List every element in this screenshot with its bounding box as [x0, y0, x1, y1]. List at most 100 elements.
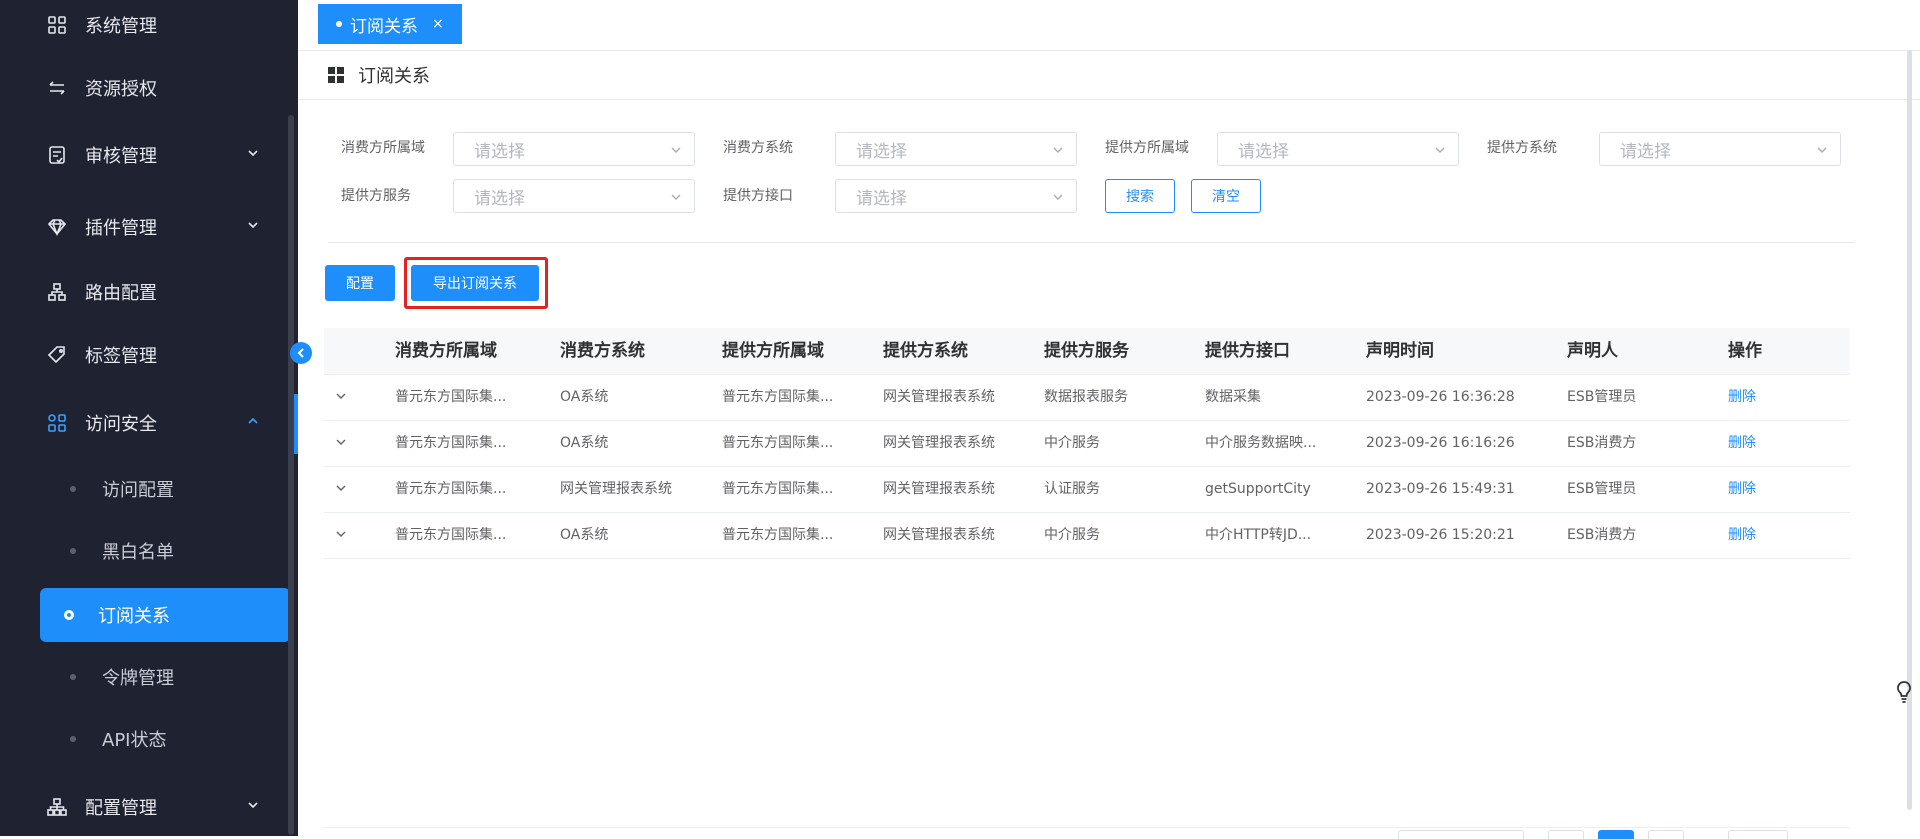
- sidebar-item-plugin-management[interactable]: 插件管理: [0, 202, 290, 252]
- select-placeholder: 请选择: [1238, 141, 1289, 162]
- chevron-down-icon[interactable]: [334, 481, 348, 495]
- table-cell: 网关管理报表系统: [883, 435, 995, 451]
- table-cell: 认证服务: [1044, 481, 1100, 497]
- page-title: 订阅关系: [358, 66, 430, 87]
- sidebar-item-label: 审核管理: [85, 146, 157, 167]
- select-placeholder: 请选择: [856, 141, 907, 162]
- sidebar-subitem-label: 黑白名单: [102, 542, 174, 563]
- chevron-down-icon[interactable]: [334, 527, 348, 541]
- sidebar-scrollbar[interactable]: [288, 115, 294, 835]
- delete-link[interactable]: 删除: [1728, 421, 1756, 466]
- lightbulb-icon[interactable]: [1894, 680, 1914, 704]
- grid-icon: [45, 13, 69, 37]
- collapse-sidebar-button[interactable]: [290, 342, 312, 364]
- clear-button[interactable]: 清空: [1191, 179, 1261, 213]
- highlight-annotation: [404, 257, 548, 309]
- table-cell: 数据采集: [1205, 389, 1261, 405]
- table-cell: ESB消费方: [1567, 435, 1637, 451]
- close-icon[interactable]: ×: [432, 16, 444, 32]
- sidebar-subitem-label: API状态: [102, 730, 167, 751]
- sidebar-subitem-subscription[interactable]: 订阅关系: [40, 588, 290, 642]
- provider-system-select[interactable]: 请选择: [1599, 132, 1841, 166]
- pagination-current-page[interactable]: [1598, 830, 1634, 839]
- pagination-next[interactable]: [1648, 830, 1684, 839]
- sidebar-item-label: 标签管理: [85, 346, 157, 367]
- chevron-down-icon[interactable]: [334, 435, 348, 449]
- table-cell: 普元东方国际集...: [395, 435, 507, 451]
- chevron-down-icon: [248, 222, 258, 229]
- sidebar: 系统管理 资源授权 审核管理 插件管理 路由配置 标签管理 访问安全 访问配置 …: [0, 0, 298, 836]
- sidebar-subitem-label: 令牌管理: [102, 668, 174, 689]
- tag-icon: [45, 343, 69, 367]
- sidebar-item-audit-management[interactable]: 审核管理: [0, 130, 290, 180]
- table-cell: 网关管理报表系统: [883, 481, 995, 497]
- bullet-dot-icon: [70, 548, 76, 554]
- tab-subscription[interactable]: 订阅关系 ×: [318, 4, 462, 44]
- consumer-domain-select[interactable]: 请选择: [453, 132, 695, 166]
- table-cell: 普元东方国际集...: [722, 481, 834, 497]
- sidebar-item-access-security[interactable]: 访问安全: [0, 398, 290, 448]
- page-size-select[interactable]: [1398, 830, 1524, 839]
- delete-link[interactable]: 删除: [1728, 375, 1756, 420]
- table-cell: 2023-09-26 16:16:26: [1366, 435, 1515, 451]
- table-cell: 数据报表服务: [1044, 389, 1128, 405]
- table-header: 消费方所属域 消费方系统 提供方所属域 提供方系统 提供方服务 提供方接口 声明…: [324, 328, 1850, 375]
- page-header: 订阅关系: [298, 51, 1920, 100]
- grid-icon: [45, 411, 69, 435]
- sidebar-subitem-black-white-list[interactable]: 黑白名单: [0, 526, 290, 576]
- sidebar-subitem-token-management[interactable]: 令牌管理: [0, 652, 290, 702]
- chevron-down-icon: [1817, 147, 1827, 153]
- consumer-system-select[interactable]: 请选择: [835, 132, 1077, 166]
- select-placeholder: 请选择: [1620, 141, 1671, 162]
- chevron-left-icon: [297, 348, 304, 358]
- table-row: 普元东方国际集... OA系统 普元东方国际集... 网关管理报表系统 数据报表…: [324, 375, 1850, 421]
- pagination-jump-input[interactable]: [1728, 830, 1788, 839]
- sidebar-item-resource-auth[interactable]: 资源授权: [0, 63, 290, 113]
- sidebar-subitem-access-config[interactable]: 访问配置: [0, 464, 290, 514]
- chevron-down-icon: [248, 802, 258, 809]
- filter-label-provider-interface: 提供方接口: [723, 188, 793, 204]
- provider-service-select[interactable]: 请选择: [453, 179, 695, 213]
- audit-icon: [45, 143, 69, 167]
- bullet-dot-icon: [70, 674, 76, 680]
- table-cell: ESB消费方: [1567, 527, 1637, 543]
- chevron-down-icon[interactable]: [334, 389, 348, 403]
- search-button[interactable]: 搜索: [1105, 179, 1175, 213]
- tab-label: 订阅关系: [350, 16, 418, 37]
- table-cell: ESB管理员: [1567, 389, 1637, 405]
- sidebar-subitem-api-status[interactable]: API状态: [0, 714, 290, 764]
- table-cell: ESB管理员: [1567, 481, 1637, 497]
- table-cell: 普元东方国际集...: [722, 389, 834, 405]
- subscription-table: 消费方所属域 消费方系统 提供方所属域 提供方系统 提供方服务 提供方接口 声明…: [324, 328, 1850, 559]
- column-header: 提供方所属域: [722, 341, 824, 361]
- table-row: 普元东方国际集... OA系统 普元东方国际集... 网关管理报表系统 中介服务…: [324, 421, 1850, 467]
- sidebar-subitem-label: 订阅关系: [98, 606, 170, 627]
- table-cell: 普元东方国际集...: [395, 481, 507, 497]
- filter-label-provider-domain: 提供方所属域: [1105, 140, 1189, 156]
- column-header: 消费方系统: [560, 341, 645, 361]
- swap-icon: [45, 76, 69, 100]
- delete-link[interactable]: 删除: [1728, 467, 1756, 512]
- chevron-down-icon: [671, 194, 681, 200]
- column-header: 声明人: [1567, 341, 1618, 361]
- filter-label-consumer-domain: 消费方所属域: [341, 140, 425, 156]
- table-cell: 2023-09-26 15:49:31: [1366, 481, 1515, 497]
- column-header: 操作: [1728, 341, 1762, 361]
- table-cell: 2023-09-26 16:36:28: [1366, 389, 1515, 405]
- provider-interface-select[interactable]: 请选择: [835, 179, 1077, 213]
- delete-link[interactable]: 删除: [1728, 513, 1756, 558]
- table-cell: OA系统: [560, 435, 609, 451]
- sidebar-item-route-config[interactable]: 路由配置: [0, 267, 290, 317]
- sidebar-item-config-management[interactable]: 配置管理: [0, 782, 290, 832]
- sidebar-item-system-management[interactable]: 系统管理: [0, 0, 290, 50]
- table-cell: 普元东方国际集...: [395, 389, 507, 405]
- provider-domain-select[interactable]: 请选择: [1217, 132, 1459, 166]
- filter-label-consumer-system: 消费方系统: [723, 140, 793, 156]
- table-cell: 网关管理报表系统: [883, 527, 995, 543]
- chevron-down-icon: [248, 150, 258, 157]
- select-placeholder: 请选择: [856, 188, 907, 209]
- sidebar-item-label: 系统管理: [85, 16, 157, 37]
- config-button[interactable]: 配置: [325, 265, 395, 301]
- sidebar-item-tag-management[interactable]: 标签管理: [0, 330, 290, 380]
- pagination-prev[interactable]: [1548, 830, 1584, 839]
